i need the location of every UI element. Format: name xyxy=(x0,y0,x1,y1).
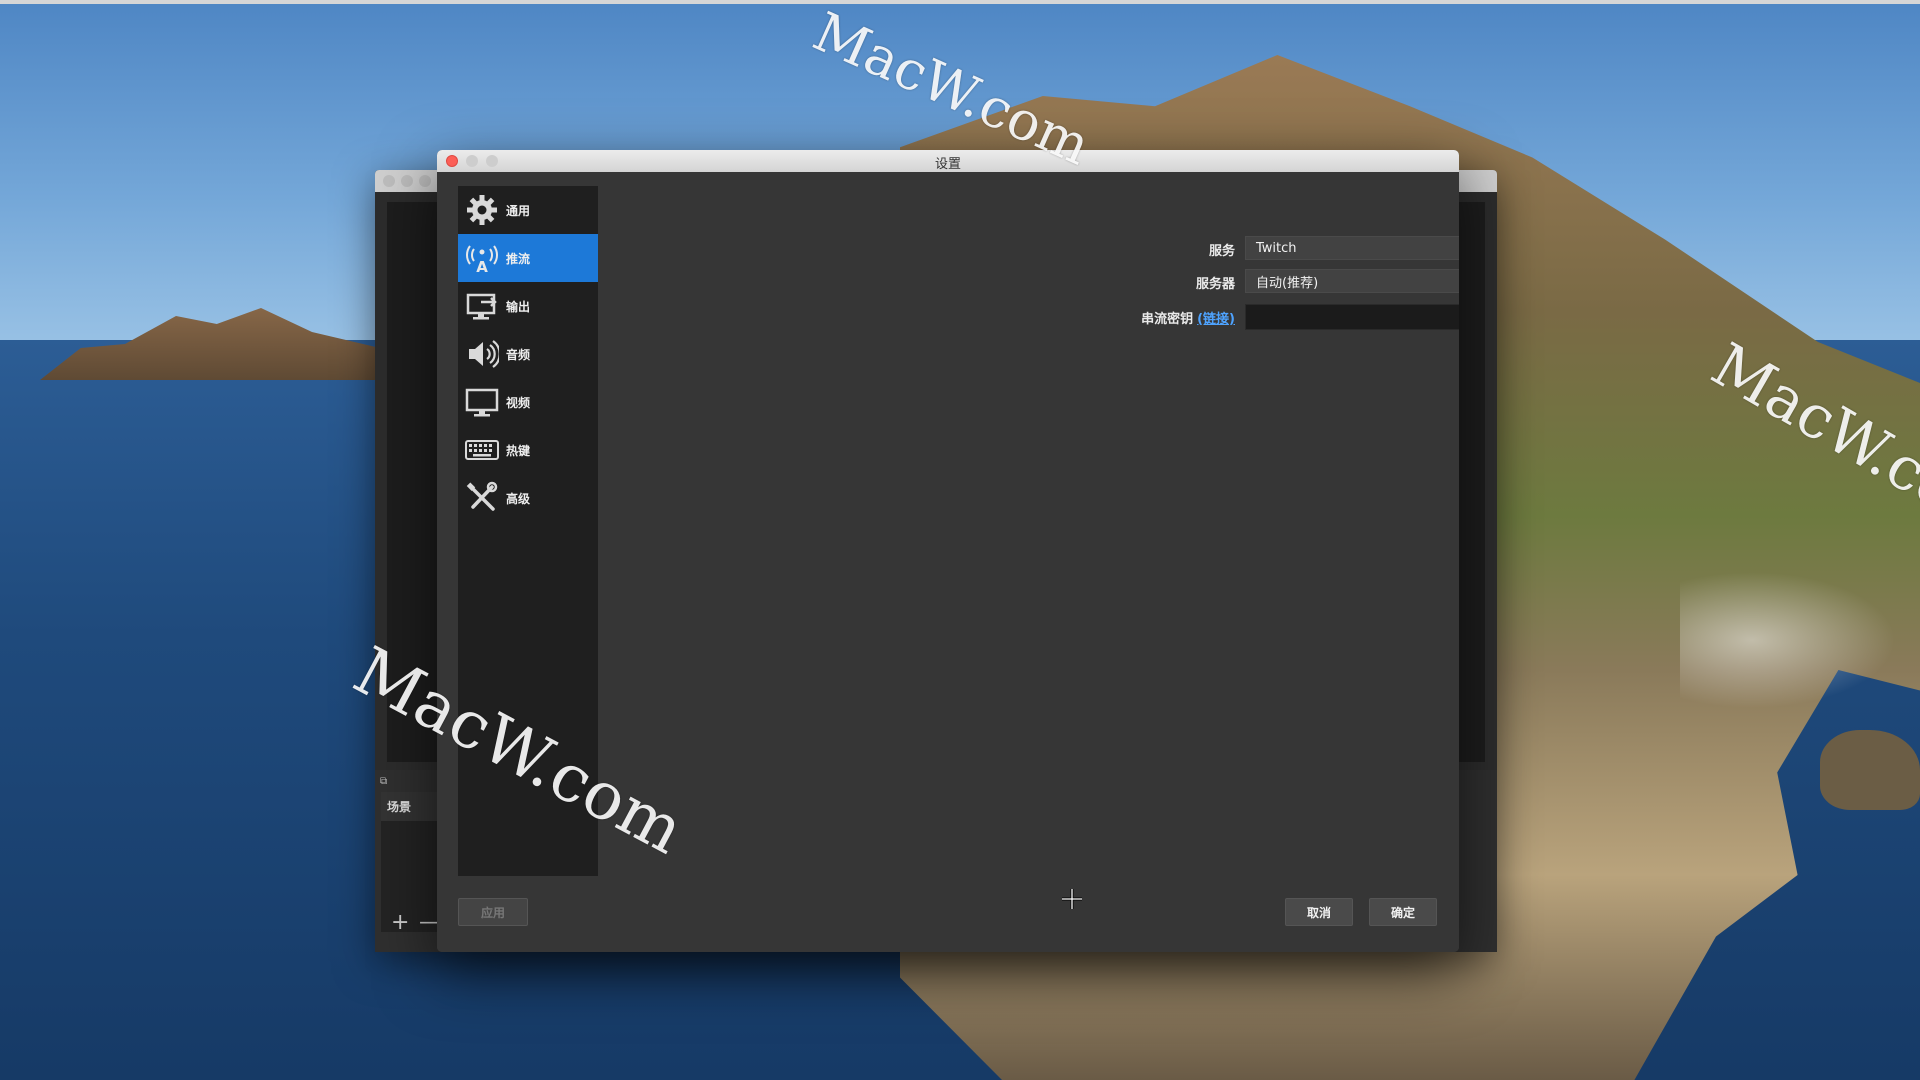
sidebar-item-advanced[interactable]: 高级 xyxy=(458,474,598,522)
server-value: 自动(推荐) xyxy=(1256,275,1319,291)
sidebar-item-video[interactable]: 视频 xyxy=(458,378,598,426)
stream-key-label: 串流密钥 xyxy=(1141,312,1194,327)
surf-foam xyxy=(1680,560,1920,720)
dialog-titlebar[interactable]: 设置 xyxy=(437,150,1459,173)
service-select[interactable]: Twitch ▲▼ xyxy=(1245,236,1459,260)
scenes-panel: 场景 + — xyxy=(381,792,441,934)
sidebar-label-hotkeys: 热键 xyxy=(506,443,531,458)
settings-dialog: 设置 通用 A 推流 输出 音频 视频 热键 高级 服务 Twitch 服务器 … xyxy=(437,150,1459,952)
service-value: Twitch xyxy=(1256,240,1297,256)
server-label: 服务器 xyxy=(1195,277,1235,292)
sidebar-label-stream: 推流 xyxy=(506,251,531,266)
cancel-button[interactable]: 取消 xyxy=(1285,898,1353,926)
dock-float-icon[interactable]: ⧉ xyxy=(380,776,387,787)
crosshair-cursor-icon xyxy=(1062,889,1082,909)
sidebar-item-stream[interactable]: A 推流 xyxy=(458,234,598,282)
monitor-icon xyxy=(464,384,500,420)
sidebar-item-output[interactable]: 输出 xyxy=(458,282,598,330)
keyboard-icon xyxy=(464,432,500,468)
menu-bar-edge xyxy=(0,0,1920,4)
dialog-body: 通用 A 推流 输出 音频 视频 热键 高级 服务 Twitch 服务器 自动(… xyxy=(437,172,1459,952)
close-dot-inactive[interactable] xyxy=(383,175,395,187)
server-select[interactable]: 自动(推荐) ▲▼ xyxy=(1245,269,1459,293)
scenes-title: 场景 xyxy=(381,792,441,821)
antenna-icon: A xyxy=(464,240,500,276)
tools-icon xyxy=(464,480,500,516)
output-icon xyxy=(464,288,500,324)
service-label: 服务 xyxy=(1208,244,1235,259)
maximize-dot-inactive[interactable] xyxy=(419,175,431,187)
apply-button[interactable]: 应用 xyxy=(458,898,528,926)
add-scene-button[interactable]: + xyxy=(391,912,409,934)
sidebar-label-video: 视频 xyxy=(506,395,531,410)
gear-icon xyxy=(464,192,500,228)
settings-sidebar: 通用 A 推流 输出 音频 视频 热键 高级 xyxy=(458,186,598,876)
stream-key-link[interactable]: (链接) xyxy=(1197,312,1235,327)
sidebar-item-general[interactable]: 通用 xyxy=(458,186,598,234)
sidebar-label-output: 输出 xyxy=(506,299,531,314)
dialog-title: 设置 xyxy=(934,157,961,172)
sidebar-item-hotkeys[interactable]: 热键 xyxy=(458,426,598,474)
sidebar-label-advanced: 高级 xyxy=(506,491,531,506)
speaker-icon xyxy=(464,336,500,372)
sidebar-label-audio: 音频 xyxy=(506,347,531,362)
rock-outcrop xyxy=(1820,730,1920,810)
minimize-dot-inactive[interactable] xyxy=(401,175,413,187)
svg-text:A: A xyxy=(476,258,488,275)
stream-key-label-row: 串流密钥 (链接) xyxy=(1077,308,1235,327)
sidebar-item-audio[interactable]: 音频 xyxy=(458,330,598,378)
ok-button[interactable]: 确定 xyxy=(1369,898,1437,926)
sidebar-label-general: 通用 xyxy=(506,203,531,218)
stream-key-input[interactable] xyxy=(1245,304,1459,330)
